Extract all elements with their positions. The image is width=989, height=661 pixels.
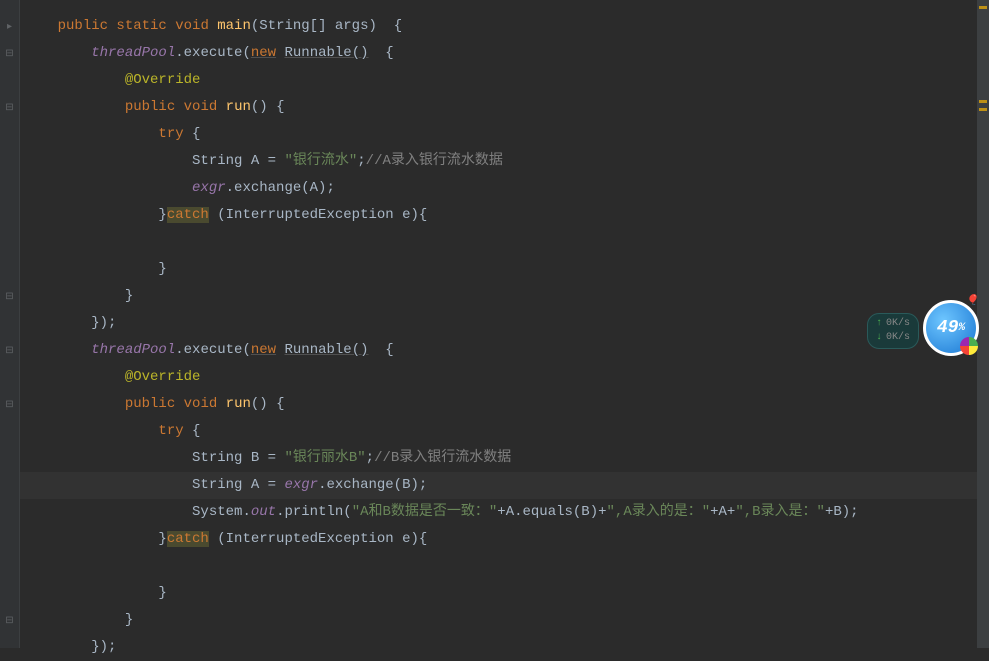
code-line[interactable] [20,553,989,580]
code-line[interactable]: exgr.exchange(A); [20,175,989,202]
code-line[interactable]: @Override [20,67,989,94]
code-line[interactable]: public void run() { [20,391,989,418]
code-line[interactable]: } [20,607,989,634]
code-line-active[interactable]: String A = exgr.exchange(B); [20,472,989,499]
code-line[interactable]: threadPool.execute(new Runnable() { [20,40,989,67]
code-line[interactable]: try { [20,121,989,148]
code-line[interactable]: }catch (InterruptedException e){ [20,526,989,553]
upload-icon: ↑ [876,317,882,331]
percent-badge[interactable]: 🎈 49% [923,300,979,356]
fold-icon[interactable]: ⊟ [0,337,19,364]
fold-icon[interactable]: ⊟ [0,283,19,310]
upload-speed: 0K/s [886,317,910,331]
code-line[interactable]: String B = "银行丽水B";//B录入银行流水数据 [20,445,989,472]
code-line[interactable]: } [20,283,989,310]
badge-pct: % [959,322,966,334]
code-line[interactable]: public static void main(String[] args) { [20,13,989,40]
code-line[interactable]: @Override [20,364,989,391]
warning-marker[interactable] [979,100,987,103]
code-line[interactable]: try { [20,418,989,445]
code-line[interactable]: }catch (InterruptedException e){ [20,202,989,229]
download-icon: ↓ [876,331,882,345]
code-line[interactable]: } [20,256,989,283]
badge-value: 49 [937,318,959,338]
fold-icon[interactable]: ⊟ [0,607,19,634]
code-line[interactable]: }); [20,310,989,337]
warning-marker[interactable] [979,6,987,9]
fold-icon[interactable]: ⊟ [0,40,19,67]
balloon-icon: 🎈 [966,295,978,307]
code-text-area[interactable]: public static void main(String[] args) {… [20,0,989,648]
code-line[interactable]: String A = "银行流水";//A录入银行流水数据 [20,148,989,175]
code-line[interactable]: threadPool.execute(new Runnable() { [20,337,989,364]
warning-marker[interactable] [979,108,987,111]
code-line[interactable]: public void run() { [20,94,989,121]
fold-icon[interactable]: ⊟ [0,391,19,418]
gutter: ▸ ⊟ ⊟ ⊟ ⊟ ⊟ ⊟ [0,0,20,648]
code-line[interactable]: } [20,580,989,607]
network-speed-widget[interactable]: ↑ 0K/s ↓ 0K/s [867,313,919,349]
code-editor[interactable]: ▸ ⊟ ⊟ ⊟ ⊟ ⊟ ⊟ public static void main(St… [0,0,989,648]
code-line[interactable]: System.out.println("A和B数据是否一致："+A.equals… [20,499,989,526]
code-line[interactable] [20,229,989,256]
fold-icon[interactable]: ⊟ [0,94,19,121]
fold-icon[interactable]: ▸ [0,13,19,40]
download-speed: 0K/s [886,331,910,345]
